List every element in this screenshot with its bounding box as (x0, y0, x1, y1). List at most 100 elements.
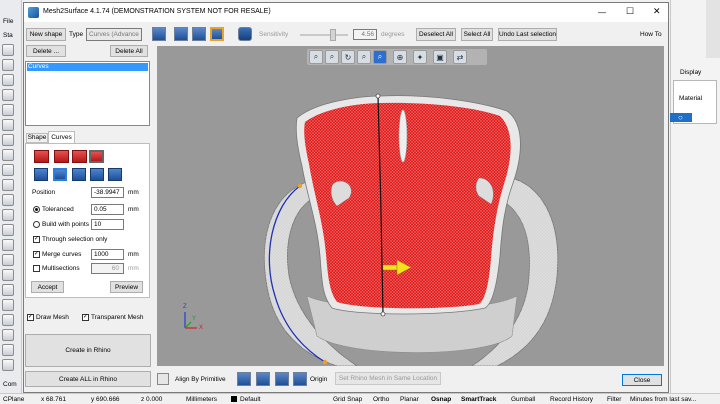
preview-button[interactable]: Preview (110, 281, 143, 293)
settings-gear-icon[interactable] (238, 27, 252, 41)
maximize-icon[interactable]: ☐ (626, 6, 634, 17)
sensitivity-slider[interactable] (300, 29, 348, 41)
shading-icon[interactable]: ▣ (433, 50, 447, 64)
new-shape-button[interactable]: New shape (26, 28, 66, 41)
plane-xz-icon[interactable] (72, 168, 86, 181)
zoom-out-icon[interactable]: ⌕ (373, 50, 387, 64)
rhino-group-icon[interactable] (2, 344, 14, 356)
rhino-select-icon[interactable] (2, 44, 14, 56)
rhino-view-icon[interactable] (2, 299, 14, 311)
zoom-window-icon[interactable]: ⌕ (325, 50, 339, 64)
rhino-polygon-icon[interactable] (2, 134, 14, 146)
viewport[interactable]: Z Y X (157, 46, 664, 366)
smarttrack-toggle[interactable]: SmartTrack (461, 394, 496, 404)
grid-snap-toggle[interactable]: Grid Snap (333, 394, 362, 404)
rhino-layer-icon[interactable] (2, 254, 14, 266)
through-selection-checkbox[interactable]: ✓ (33, 236, 40, 243)
record-history-toggle[interactable]: Record History (550, 394, 593, 404)
rhino-rectangle-icon[interactable] (2, 119, 14, 131)
tab-shape[interactable]: Shape (26, 133, 48, 143)
accept-button[interactable]: Accept (31, 281, 64, 293)
rhino-point-icon[interactable] (2, 59, 14, 71)
rhino-snap-icon[interactable] (2, 269, 14, 281)
create-all-in-rhino-button[interactable]: Create ALL in Rhino (25, 371, 151, 387)
curve-tool-icon[interactable] (174, 27, 188, 41)
rhino-grid-icon[interactable] (2, 284, 14, 296)
swap-view-icon[interactable]: ⇄ (453, 50, 467, 64)
rhino-block-icon[interactable] (2, 329, 14, 341)
rhino-light-icon[interactable] (2, 314, 14, 326)
pan-view-icon[interactable]: ⊕ (393, 50, 407, 64)
plane-xy-icon[interactable] (34, 168, 48, 181)
create-in-rhino-button[interactable]: Create in Rhino (25, 334, 151, 367)
toleranced-field[interactable]: 0.05 (91, 204, 124, 215)
build-with-points-field[interactable]: 10 (91, 219, 124, 230)
sensitivity-slider-thumb[interactable] (330, 29, 336, 41)
ortho-toggle[interactable]: Ortho (373, 394, 389, 404)
close-icon[interactable]: ✕ (653, 6, 661, 17)
toleranced-radio[interactable] (33, 206, 40, 213)
how-to-link[interactable]: How To (640, 31, 662, 38)
sensitivity-value-field[interactable]: 4.56 (353, 29, 377, 40)
rhino-file-menu[interactable]: File (3, 18, 13, 25)
status-layer[interactable]: Default (240, 394, 261, 404)
plane-pick-icon[interactable] (108, 168, 122, 181)
rhino-dimension-icon[interactable] (2, 209, 14, 221)
align-by-primitive-label[interactable]: Align By Primitive (175, 376, 226, 383)
position-field[interactable]: -38.9947 (91, 187, 124, 198)
align-origin-icon[interactable] (293, 372, 307, 386)
rhino-display-tab[interactable]: Display (680, 69, 701, 76)
plane-yz-icon[interactable] (53, 168, 67, 181)
osnap-toggle[interactable]: Osnap (431, 394, 451, 404)
minimize-icon[interactable]: — (598, 8, 606, 17)
rhino-arc-icon[interactable] (2, 104, 14, 116)
select-all-button[interactable]: Select All (461, 28, 493, 41)
draw-section-mode-icon[interactable] (89, 150, 104, 163)
rhino-analyze-icon[interactable] (2, 239, 14, 251)
zoom-extents-icon[interactable]: ⌕ (309, 50, 323, 64)
light-icon[interactable]: ✦ (413, 50, 427, 64)
zoom-in-icon[interactable]: ⌕ (357, 50, 371, 64)
delete-shape-button[interactable]: Delete ... (26, 45, 66, 57)
deselect-all-button[interactable]: Deselect All (416, 28, 456, 41)
surface-tool-icon[interactable] (192, 27, 206, 41)
align-by-primitive-icon[interactable] (157, 373, 169, 385)
align-front-icon[interactable] (237, 372, 251, 386)
origin-label[interactable]: Origin (310, 376, 327, 383)
align-top-icon[interactable] (275, 372, 289, 386)
filter-toggle[interactable]: Filter (607, 394, 621, 404)
align-side-icon[interactable] (256, 372, 270, 386)
rhino-curve-icon[interactable] (2, 74, 14, 86)
draw-mesh-checkbox[interactable]: ✓ (27, 314, 34, 321)
type-dropdown[interactable]: Curves (Advance (86, 28, 142, 41)
rhino-render-icon[interactable] (2, 224, 14, 236)
draw-arc-mode-icon[interactable] (72, 150, 87, 163)
draw-curve-mode-icon[interactable] (54, 150, 69, 163)
merge-curves-field[interactable]: 1000 (91, 249, 124, 260)
planar-toggle[interactable]: Planar (400, 394, 419, 404)
shape-list[interactable]: Curves (25, 61, 150, 126)
tab-curves[interactable]: Curves (48, 131, 75, 143)
rhino-transform-icon[interactable] (2, 194, 14, 206)
plane-custom-icon[interactable] (90, 168, 104, 181)
rotate-view-icon[interactable]: ↻ (341, 50, 355, 64)
delete-all-button[interactable]: Delete All (110, 45, 148, 57)
close-button[interactable]: Close (622, 374, 662, 386)
rhino-left-tab[interactable]: Sta (3, 32, 13, 39)
shape-list-item[interactable]: Curves (27, 63, 148, 71)
rhino-circle-icon[interactable] (2, 89, 14, 101)
line-tool-icon[interactable] (152, 27, 166, 41)
merge-curves-checkbox[interactable]: ✓ (33, 251, 40, 258)
draw-line-mode-icon[interactable] (34, 150, 49, 163)
multisections-field[interactable]: 60 (91, 263, 124, 274)
rhino-solid-icon[interactable] (2, 164, 14, 176)
multisections-checkbox[interactable] (33, 265, 40, 272)
rhino-mesh-icon[interactable] (2, 179, 14, 191)
undo-last-selection-button[interactable]: Undo Last selection (498, 28, 557, 41)
freeform-tool-icon[interactable] (210, 27, 224, 41)
rhino-text-icon[interactable] (2, 359, 14, 371)
build-with-points-radio[interactable] (33, 221, 40, 228)
rhino-surface-icon[interactable] (2, 149, 14, 161)
gumball-toggle[interactable]: Gumball (511, 394, 535, 404)
transparent-mesh-checkbox[interactable]: ✓ (82, 314, 89, 321)
